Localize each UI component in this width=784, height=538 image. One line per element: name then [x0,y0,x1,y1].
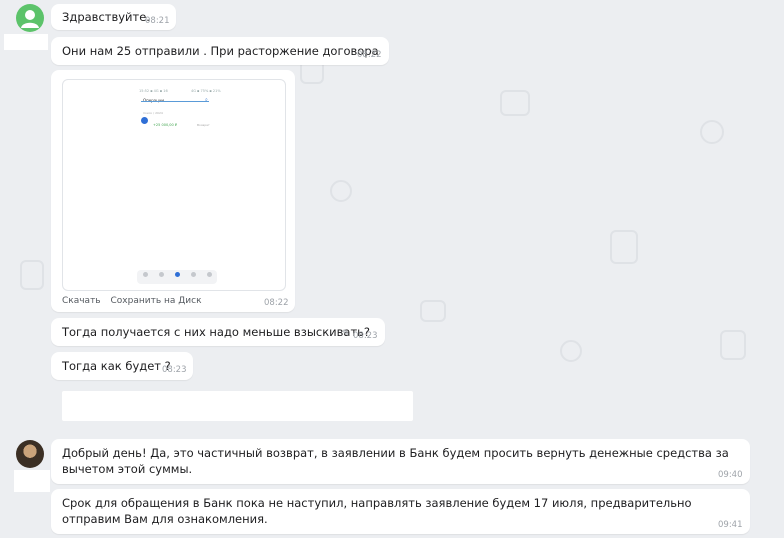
wallpaper-doodle [500,90,530,116]
redacted-area [62,391,413,421]
pencil-icon: ✎ [342,329,350,339]
image-amount: +25 000,00 ₽ [153,123,178,127]
message-time: 09:41 [718,520,743,530]
sender-name-redacted [14,470,50,492]
message-bubble[interactable]: Тогда получается с них надо меньше взыск… [51,318,385,346]
message-time: 08:22 [264,298,289,308]
image-underline [141,101,209,102]
message-time: 08:23 [162,365,187,375]
message-time: 09:40 [718,470,743,480]
wallpaper-doodle [330,180,352,202]
message-text: Добрый день! Да, это частичный возврат, … [62,446,729,476]
message-time: 08:23 [353,331,378,341]
message-bubble[interactable]: Срок для обращения в Банк пока не наступ… [51,489,750,534]
image-search-icon: ⌕ [205,97,208,103]
message-bubble[interactable]: Тогда как будет ? 08:23 [51,352,193,380]
message-text: Они нам 25 отправили . При расторжение д… [62,44,379,58]
image-bank-icon [141,117,148,124]
user-avatar[interactable] [16,4,44,32]
message-bubble[interactable]: Они нам 25 отправили . При расторжение д… [51,37,389,65]
person-icon [21,10,39,28]
message-time: 08:21 [145,16,170,26]
save-to-disk-link[interactable]: Сохранить на Диск [111,296,202,306]
image-actions: Скачать Сохранить на Диск [62,293,209,309]
message-bubble[interactable]: Здравствуйте. 08:21 [51,4,176,30]
message-text: Тогда получается с них надо меньше взыск… [62,325,371,339]
wallpaper-doodle [720,330,746,360]
message-text: Здравствуйте. [62,10,150,24]
chat-area: Здравствуйте. 08:21 Они нам 25 отправили… [0,0,784,538]
image-message[interactable]: 15:52 ▪ 4G ▪ 16 4G ▪ 75% ▪ 21% Операции … [51,70,295,312]
message-time: 08:22 [357,50,382,60]
wallpaper-doodle [420,300,446,322]
wallpaper-doodle [700,120,724,144]
wallpaper-doodle [560,340,582,362]
screenshot-image[interactable]: 15:52 ▪ 4G ▪ 16 4G ▪ 75% ▪ 21% Операции … [62,79,286,291]
image-bottom-nav [137,270,217,284]
message-text: Срок для обращения в Банк пока не наступ… [62,496,692,526]
download-link[interactable]: Скачать [62,296,101,306]
wallpaper-doodle [20,260,44,290]
image-sub: Возврат [197,123,210,127]
user-avatar[interactable] [16,440,44,468]
sender-name-redacted [4,34,48,50]
wallpaper-doodle [610,230,638,264]
message-bubble[interactable]: Добрый день! Да, это частичный возврат, … [51,439,750,484]
message-text: Тогда как будет ? [62,359,171,373]
